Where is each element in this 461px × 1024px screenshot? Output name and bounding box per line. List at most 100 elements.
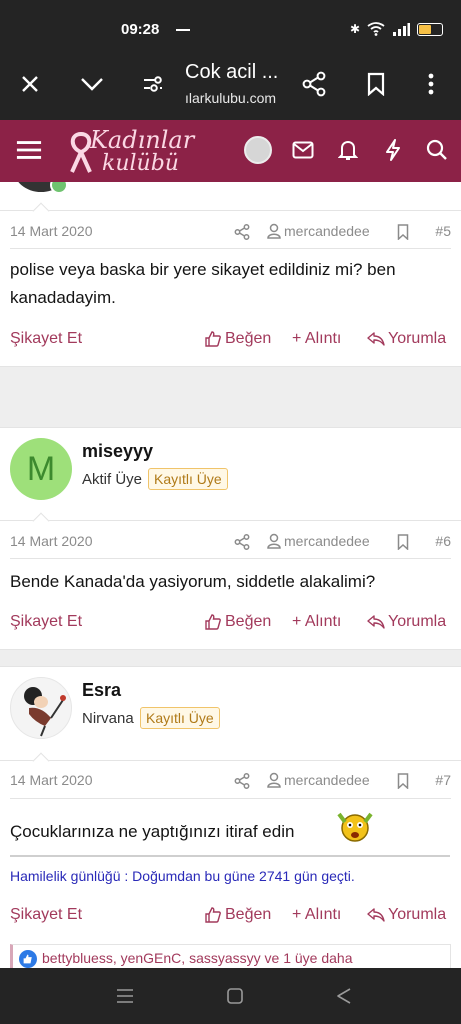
reply-arrow-icon [367, 908, 385, 922]
author-name: mercandedee [284, 772, 370, 788]
divider [10, 558, 451, 559]
share-post-icon[interactable] [234, 534, 250, 553]
bookmark-post-icon[interactable] [397, 773, 409, 792]
post-number[interactable]: #7 [435, 772, 451, 788]
confession-emoji-icon [337, 812, 373, 842]
post-text: Bende Kanada'da yasiyorum, siddetle alak… [10, 572, 376, 591]
user-title: Aktif Üye [82, 471, 143, 488]
hamburger-menu-icon[interactable] [16, 137, 42, 163]
avatar-letter: M [26, 449, 56, 488]
divider [10, 248, 451, 249]
post-text: Çocuklarınıza ne yaptığınızı itiraf edin [10, 822, 295, 841]
post-number[interactable]: #5 [435, 223, 451, 239]
post-actions: Şikayet Et Beğen + Alıntı Yorumla [10, 330, 451, 350]
site-settings-icon[interactable] [139, 70, 167, 98]
post-pointer [32, 512, 50, 530]
quote-button[interactable]: + Alıntı [292, 330, 341, 348]
bookmark-icon[interactable] [362, 70, 390, 98]
url-text[interactable]: ılarkulubu.com [185, 90, 276, 106]
bell-icon[interactable] [335, 137, 361, 163]
home-icon[interactable] [226, 987, 244, 1005]
avatar-miseyyy[interactable]: M [10, 438, 72, 500]
post-meta: 14 Mart 2020 mercandedee #6 [10, 533, 451, 553]
quote-button[interactable]: + Alıntı [292, 906, 341, 924]
reply-button[interactable]: Yorumla [367, 613, 446, 631]
divider [0, 760, 461, 761]
post-date[interactable]: 14 Mart 2020 [10, 772, 93, 788]
back-icon[interactable] [336, 987, 352, 1005]
online-indicator-icon [50, 182, 68, 194]
author-link[interactable]: mercandedee [267, 533, 370, 549]
avatar-esra[interactable] [10, 677, 72, 739]
reply-button[interactable]: Yorumla [367, 906, 446, 924]
reply-arrow-icon [367, 332, 385, 346]
like-button[interactable]: Beğen [205, 906, 271, 924]
report-button[interactable]: Şikayet Et [10, 330, 82, 348]
post-separator [0, 650, 461, 666]
bookmark-post-icon[interactable] [397, 534, 409, 553]
post-date[interactable]: 14 Mart 2020 [10, 223, 93, 239]
thumbs-up-icon [205, 907, 221, 923]
site-logo[interactable]: Kadınlar kulübü [66, 126, 194, 178]
reply-arrow-icon [367, 615, 385, 629]
report-button[interactable]: Şikayet Et [10, 906, 82, 924]
divider [0, 427, 461, 428]
signature-divider [10, 855, 450, 857]
browser-toolbar: Cok acil ... ılarkulubu.com [0, 52, 461, 120]
post-actions: Şikayet Et Beğen + Alıntı Yorumla [10, 906, 451, 926]
lightning-icon[interactable] [380, 137, 406, 163]
user-icon [267, 772, 281, 788]
user-badge: Kayıtlı Üye [140, 707, 220, 729]
thumbs-up-icon [205, 331, 221, 347]
user-icon [267, 533, 281, 549]
post-meta: 14 Mart 2020 mercandedee #7 [10, 772, 451, 792]
user-icon [267, 223, 281, 239]
quote-button[interactable]: + Alıntı [292, 613, 341, 631]
share-icon[interactable] [300, 70, 328, 98]
wifi-icon [367, 22, 385, 36]
user-avatar[interactable] [244, 136, 272, 164]
recent-apps-icon[interactable] [116, 988, 134, 1004]
reply-label: Yorumla [388, 906, 447, 923]
report-button[interactable]: Şikayet Et [10, 613, 82, 631]
post-number[interactable]: #6 [435, 533, 451, 549]
reactions-bar[interactable]: bettybluess, yenGEnC, sassyassyy ve 1 üy… [10, 944, 451, 968]
reactions-text: bettybluess, yenGEnC, sassyassyy ve 1 üy… [42, 950, 353, 966]
post-text: polise veya baska bir yere sikayet edild… [10, 260, 396, 307]
logo-text-line1: Kadınlar [90, 126, 195, 154]
user-badge: Kayıtlı Üye [148, 468, 228, 490]
post-date[interactable]: 14 Mart 2020 [10, 533, 93, 549]
clock: 09:28 [121, 21, 160, 38]
chevron-down-icon[interactable] [78, 70, 106, 98]
inbox-icon[interactable] [290, 137, 316, 163]
close-icon[interactable] [16, 70, 44, 98]
share-post-icon[interactable] [234, 224, 250, 243]
status-bar: 09:28 ✱ [0, 0, 461, 52]
reply-label: Yorumla [388, 330, 447, 347]
like-button[interactable]: Beğen [205, 330, 271, 348]
post-actions: Şikayet Et Beğen + Alıntı Yorumla [10, 613, 451, 633]
share-post-icon[interactable] [234, 773, 250, 792]
like-label: Beğen [225, 906, 272, 923]
signal-icon [393, 22, 410, 36]
status-icons: ✱ [350, 22, 443, 36]
author-link[interactable]: mercandedee [267, 223, 370, 239]
site-navbar: Kadınlar kulübü [0, 120, 461, 182]
thumbs-up-icon [205, 614, 221, 630]
system-navigation-bar [0, 968, 461, 1024]
username[interactable]: miseyyy [82, 441, 153, 462]
divider [10, 798, 451, 799]
search-icon[interactable] [424, 137, 450, 163]
post-pointer [32, 752, 50, 770]
username[interactable]: Esra [82, 680, 121, 701]
reply-button[interactable]: Yorumla [367, 330, 446, 348]
like-button[interactable]: Beğen [205, 613, 271, 631]
thread-content: 14 Mart 2020 mercandedee #5 polise veya … [0, 182, 461, 968]
more-options-icon[interactable] [417, 70, 445, 98]
bookmark-post-icon[interactable] [397, 224, 409, 243]
author-link[interactable]: mercandedee [267, 772, 370, 788]
post-meta: 14 Mart 2020 mercandedee #5 [10, 223, 451, 243]
post-separator [0, 367, 461, 427]
logo-text-line2: kulübü [102, 151, 179, 176]
like-label: Beğen [225, 330, 272, 347]
